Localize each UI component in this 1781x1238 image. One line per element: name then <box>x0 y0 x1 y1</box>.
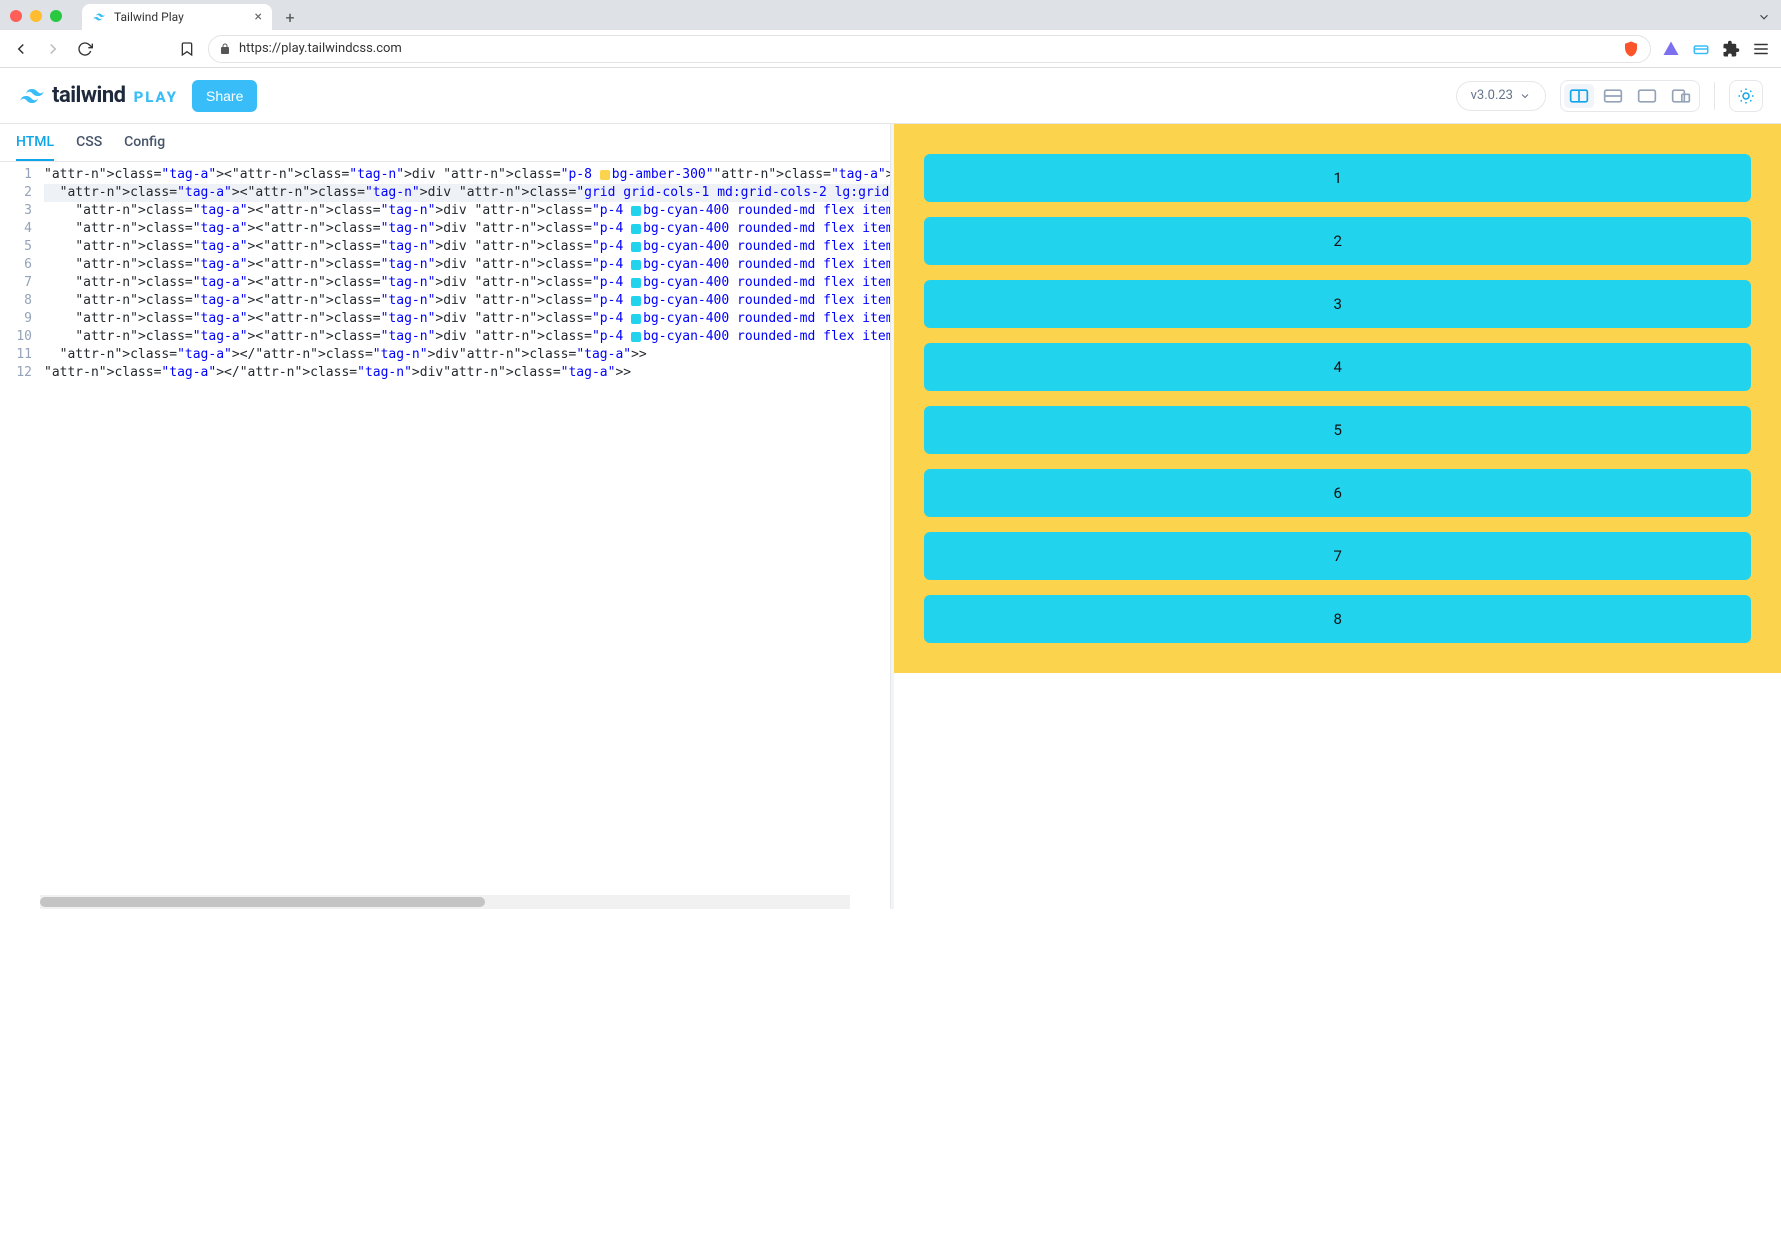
line-number: 8 <box>4 292 32 310</box>
window-zoom-icon[interactable] <box>50 10 62 22</box>
code-line[interactable]: "attr-n">class="tag-a"><"attr-n">class="… <box>44 220 890 238</box>
browser-tab-title: Tailwind Play <box>114 10 184 24</box>
line-number: 2 <box>4 184 32 202</box>
tailwind-logo-icon <box>18 82 46 110</box>
extensions-puzzle-icon[interactable] <box>1721 39 1741 59</box>
tab-html[interactable]: HTML <box>16 134 54 161</box>
code-line[interactable]: "attr-n">class="tag-a"><"attr-n">class="… <box>44 166 890 184</box>
tab-config[interactable]: Config <box>124 134 165 161</box>
code-line[interactable]: "attr-n">class="tag-a"><"attr-n">class="… <box>44 274 890 292</box>
preview-item: 3 <box>924 280 1751 328</box>
nav-forward-button[interactable] <box>42 38 64 60</box>
nav-reload-button[interactable] <box>74 38 96 60</box>
sun-icon <box>1737 87 1755 105</box>
divider <box>1714 82 1715 110</box>
window-close-icon[interactable] <box>10 10 22 22</box>
code-line[interactable]: "attr-n">class="tag-a"></"attr-n">class=… <box>44 364 890 382</box>
layout-responsive-icon[interactable] <box>1666 84 1696 108</box>
tab-css[interactable]: CSS <box>76 134 102 161</box>
line-number: 5 <box>4 238 32 256</box>
code-line[interactable]: "attr-n">class="tag-a"><"attr-n">class="… <box>44 310 890 328</box>
layout-switcher <box>1560 80 1700 112</box>
line-number: 10 <box>4 328 32 346</box>
code-editor[interactable]: 123456789101112 "attr-n">class="tag-a"><… <box>0 162 890 895</box>
layout-preview-only-icon[interactable] <box>1632 84 1662 108</box>
url-text: https://play.tailwindcss.com <box>239 41 402 56</box>
scrollbar-thumb[interactable] <box>40 897 485 907</box>
version-label: v3.0.23 <box>1471 88 1513 103</box>
code-content[interactable]: "attr-n">class="tag-a"><"attr-n">class="… <box>40 162 890 895</box>
bookmark-button[interactable] <box>176 38 198 60</box>
brave-shield-icon[interactable] <box>1622 40 1640 58</box>
editor-tabs: HTML CSS Config <box>0 124 890 162</box>
theme-toggle-button[interactable] <box>1729 80 1763 112</box>
window-minimize-icon[interactable] <box>30 10 42 22</box>
logo-play: PLAY <box>134 88 178 110</box>
line-number: 11 <box>4 346 32 364</box>
tab-close-icon[interactable]: × <box>255 9 262 25</box>
logo[interactable]: tailwind PLAY <box>18 82 178 110</box>
address-bar[interactable]: https://play.tailwindcss.com <box>208 35 1651 63</box>
extension-icon-2[interactable] <box>1691 39 1711 59</box>
layout-horizontal-split-icon[interactable] <box>1598 84 1628 108</box>
code-line[interactable]: "attr-n">class="tag-a"><"attr-n">class="… <box>44 328 890 346</box>
preview-item: 7 <box>924 532 1751 580</box>
preview-item: 4 <box>924 343 1751 391</box>
code-line[interactable]: "attr-n">class="tag-a"></"attr-n">class=… <box>44 346 890 364</box>
browser-tab-strip: Tailwind Play × + <box>0 0 1781 30</box>
lock-icon <box>219 43 231 55</box>
extension-icon-1[interactable] <box>1661 39 1681 59</box>
line-number: 12 <box>4 364 32 382</box>
nav-back-button[interactable] <box>10 38 32 60</box>
preview-pane: 1 2 3 4 5 6 7 8 <box>894 124 1781 909</box>
line-number: 3 <box>4 202 32 220</box>
line-number-gutter: 123456789101112 <box>0 162 40 895</box>
line-number: 4 <box>4 220 32 238</box>
layout-vertical-split-icon[interactable] <box>1564 84 1594 108</box>
preview-item: 8 <box>924 595 1751 643</box>
line-number: 6 <box>4 256 32 274</box>
window-controls <box>10 10 62 22</box>
new-tab-button[interactable]: + <box>280 7 300 27</box>
chevron-down-icon <box>1519 90 1531 102</box>
line-number: 7 <box>4 274 32 292</box>
line-number: 9 <box>4 310 32 328</box>
app-header: tailwind PLAY Share v3.0.23 <box>0 68 1781 124</box>
preview-item: 6 <box>924 469 1751 517</box>
preview-item: 5 <box>924 406 1751 454</box>
share-button[interactable]: Share <box>192 80 257 112</box>
browser-toolbar: https://play.tailwindcss.com <box>0 30 1781 68</box>
tabs-dropdown-icon[interactable] <box>1757 10 1771 24</box>
code-line[interactable]: "attr-n">class="tag-a"><"attr-n">class="… <box>44 238 890 256</box>
code-line[interactable]: "attr-n">class="tag-a"><"attr-n">class="… <box>44 184 890 202</box>
browser-tab[interactable]: Tailwind Play × <box>82 4 272 30</box>
preview-grid: 1 2 3 4 5 6 7 8 <box>924 154 1751 643</box>
preview-container: 1 2 3 4 5 6 7 8 <box>894 124 1781 673</box>
code-line[interactable]: "attr-n">class="tag-a"><"attr-n">class="… <box>44 292 890 310</box>
browser-menu-icon[interactable] <box>1751 39 1771 59</box>
editor-horizontal-scrollbar[interactable] <box>40 895 850 909</box>
version-selector[interactable]: v3.0.23 <box>1456 81 1546 111</box>
tailwind-favicon-icon <box>92 10 106 24</box>
logo-text: tailwind <box>52 83 126 108</box>
code-line[interactable]: "attr-n">class="tag-a"><"attr-n">class="… <box>44 202 890 220</box>
code-line[interactable]: "attr-n">class="tag-a"><"attr-n">class="… <box>44 256 890 274</box>
preview-item: 2 <box>924 217 1751 265</box>
preview-item: 1 <box>924 154 1751 202</box>
line-number: 1 <box>4 166 32 184</box>
